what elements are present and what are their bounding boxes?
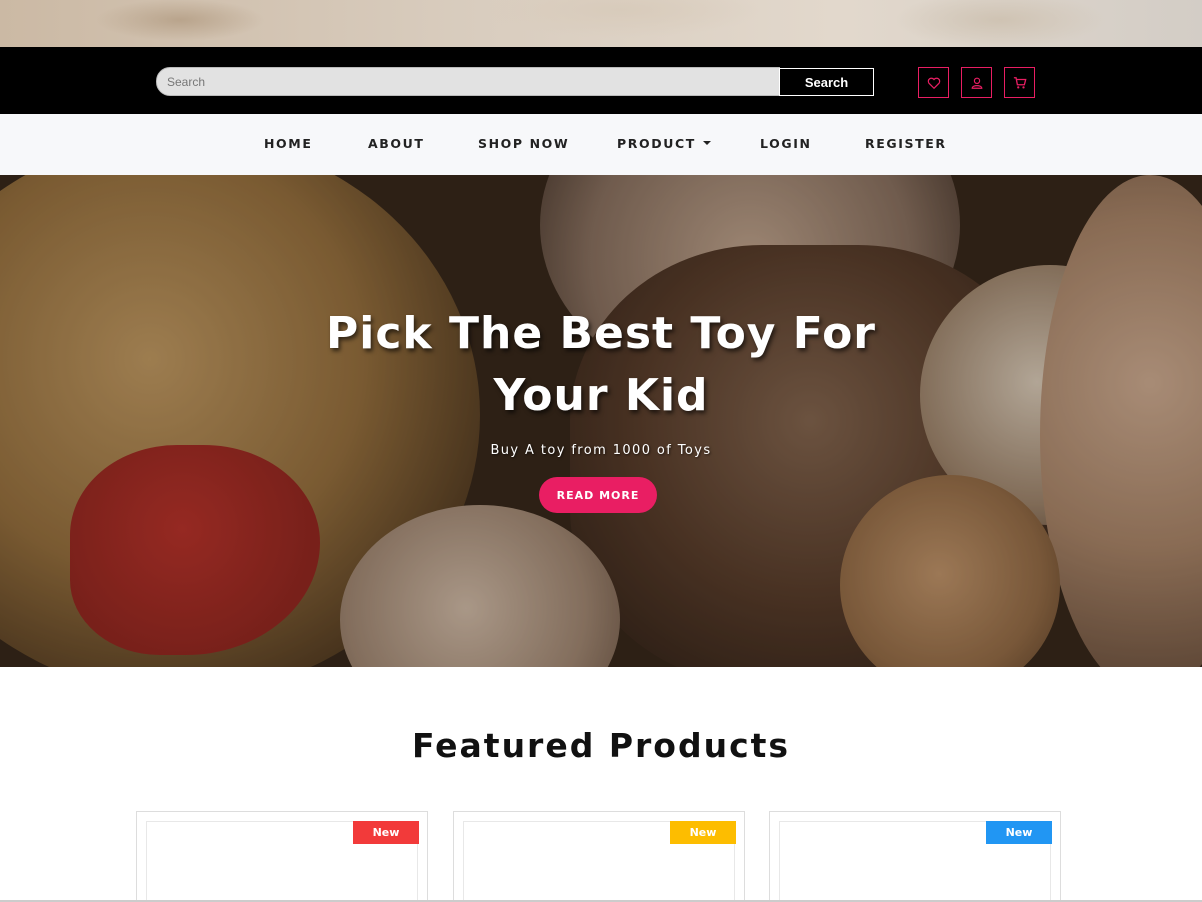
user-icon — [971, 77, 982, 89]
nav-register[interactable]: REGISTER — [865, 136, 947, 151]
hero-title: Pick The Best Toy For Your Kid — [325, 308, 876, 421]
main-navigation: HOME ABOUT SHOP NOW PRODUCT LOGIN REGIST… — [0, 114, 1202, 175]
new-badge: New — [986, 821, 1052, 844]
nav-product-dropdown[interactable]: PRODUCT — [617, 136, 711, 151]
nav-home[interactable]: HOME — [264, 136, 312, 151]
wishlist-button[interactable] — [918, 67, 949, 98]
search-header: Search — [0, 47, 1202, 114]
hero-banner: Pick The Best Toy For Your Kid Buy A toy… — [0, 175, 1202, 667]
nav-login[interactable]: LOGIN — [760, 136, 812, 151]
nav-about[interactable]: ABOUT — [368, 136, 425, 151]
heart-icon — [927, 77, 940, 89]
cart-button[interactable] — [1004, 67, 1035, 98]
account-button[interactable] — [961, 67, 992, 98]
search-button[interactable]: Search — [779, 68, 874, 96]
search-input[interactable] — [156, 67, 780, 96]
product-card[interactable]: New — [136, 811, 428, 902]
product-card[interactable]: New — [769, 811, 1061, 902]
featured-products-heading: Featured Products — [411, 726, 791, 765]
product-card[interactable]: New — [453, 811, 745, 902]
cart-icon — [1013, 76, 1027, 89]
new-badge: New — [353, 821, 419, 844]
hero-subtitle: Buy A toy from 1000 of Toys — [490, 443, 712, 458]
read-more-button[interactable]: READ MORE — [539, 477, 657, 513]
nav-product-label: PRODUCT — [617, 136, 696, 151]
nav-shop-now[interactable]: SHOP NOW — [478, 136, 569, 151]
new-badge: New — [670, 821, 736, 844]
top-banner-image — [0, 0, 1202, 47]
chevron-down-icon — [702, 140, 711, 145]
